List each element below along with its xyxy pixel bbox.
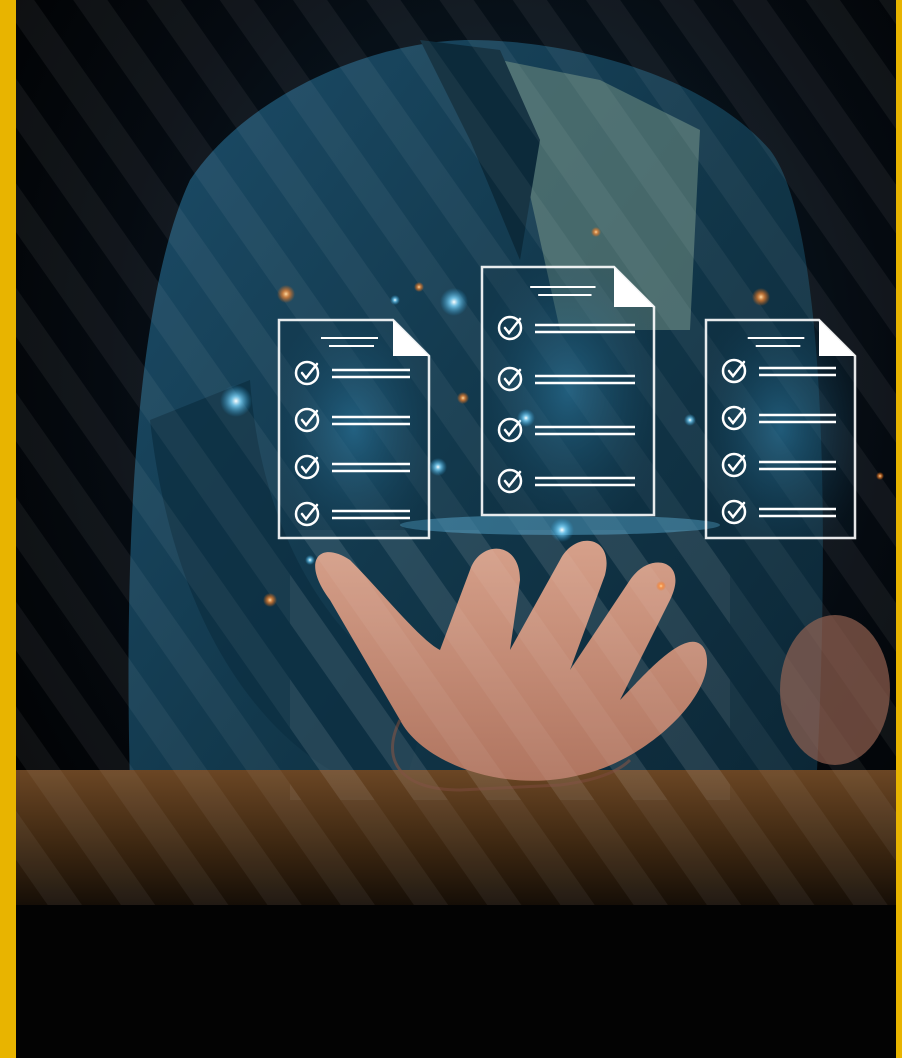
checklist-document-right [704,318,857,540]
sparkle [656,581,666,591]
bottom-band [16,905,896,1058]
sparkle [414,282,424,292]
hologram-checklist-photo [0,0,902,1058]
sparkle [277,285,295,303]
sparkle [752,288,770,306]
sparkle [305,555,315,565]
sparkle [457,392,469,404]
checklist-document-left [277,318,431,540]
sparkle [220,385,252,417]
sparkle [440,288,468,316]
blurred-right-hand [780,615,890,765]
sparkle [390,295,400,305]
sparkle [429,458,447,476]
sparkle [517,409,535,427]
sparkle [876,472,884,480]
checklist-document-center [480,265,656,517]
sparkle [684,414,696,426]
photo-frame [0,0,902,1058]
sparkle [263,593,277,607]
sparkle [591,227,601,237]
open-hand [290,530,730,800]
sparkle [550,518,574,542]
